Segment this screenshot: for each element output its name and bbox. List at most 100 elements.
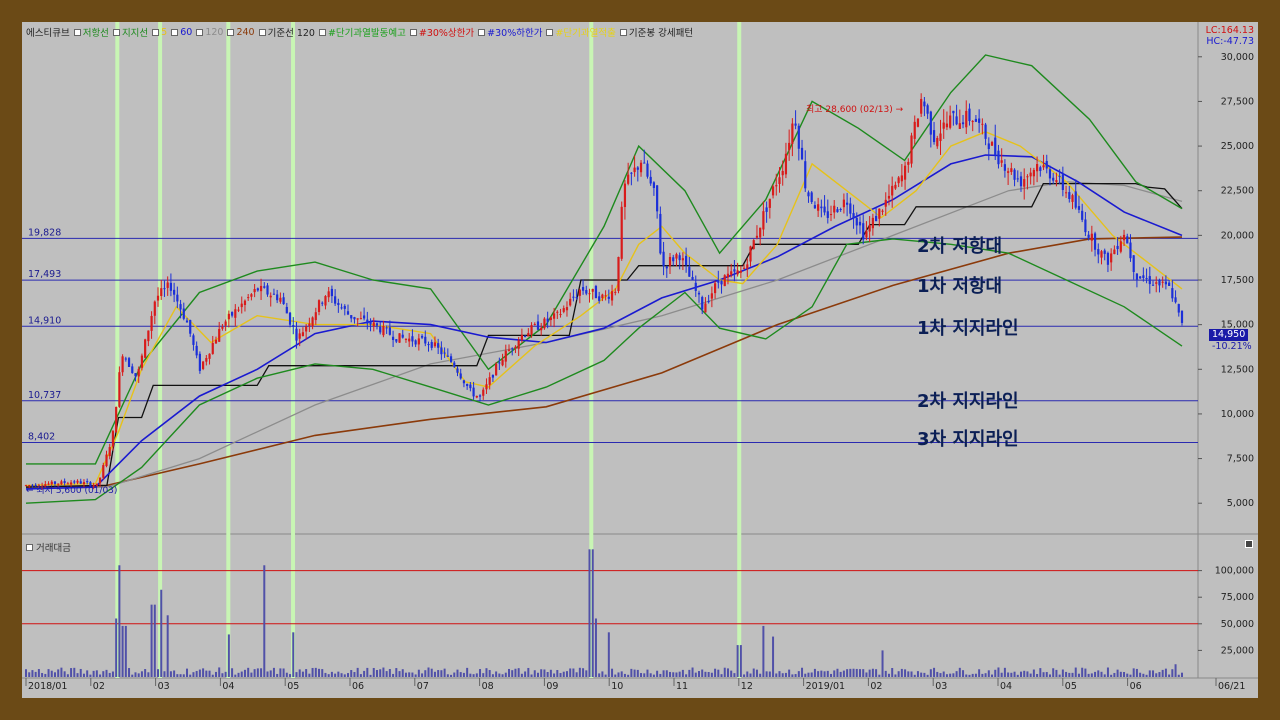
candle-body — [1151, 284, 1155, 286]
candle-body — [907, 161, 910, 165]
volume-bar — [466, 667, 469, 677]
candle-body — [1045, 161, 1048, 169]
price-tick-label: 7,500 — [1227, 454, 1254, 465]
candle-body — [218, 328, 221, 342]
volume-bar — [443, 668, 446, 677]
volume-bar — [105, 669, 108, 677]
candle-body — [607, 296, 610, 299]
legend-checkbox[interactable] — [258, 28, 266, 36]
volume-bar — [723, 667, 726, 677]
legend-checkbox[interactable] — [619, 28, 627, 36]
volume-bar — [404, 672, 407, 677]
legend-checkbox[interactable] — [73, 28, 81, 36]
candle-body — [408, 338, 411, 342]
volume-bar — [833, 670, 836, 677]
legend-checkbox[interactable] — [409, 28, 417, 36]
legend-item[interactable]: 기준선 120 — [258, 25, 315, 39]
legend-item[interactable]: 저항선 — [73, 25, 109, 39]
candle-body — [939, 133, 942, 142]
volume-bar — [701, 669, 704, 677]
volume-bar — [823, 671, 826, 677]
legend-checkbox[interactable] — [196, 28, 204, 36]
overheat-marker-line — [226, 22, 231, 678]
price-tick-label: 30,000 — [1221, 52, 1254, 63]
volume-bar — [1029, 673, 1032, 677]
legend-checkbox[interactable] — [112, 28, 120, 36]
volume-bar — [620, 671, 623, 677]
volume-panel-button[interactable] — [1245, 540, 1253, 548]
candle-body — [549, 317, 552, 321]
legend-item[interactable]: 5 — [152, 27, 167, 38]
candle-body — [353, 317, 356, 320]
volume-bar — [250, 672, 253, 677]
volume-bar — [298, 669, 301, 677]
candle-body — [614, 291, 617, 293]
legend-checkbox[interactable] — [152, 28, 160, 36]
candle-body — [643, 162, 646, 164]
volume-bar — [736, 645, 739, 677]
volume-panel-toggle[interactable] — [26, 543, 33, 551]
date-tick-label: 06/21 — [1218, 681, 1245, 692]
legend-item[interactable]: #30%하한가 — [478, 25, 542, 39]
candle-body — [469, 384, 472, 389]
candle-body — [649, 176, 652, 184]
candle-body — [1180, 310, 1184, 323]
candle-body — [581, 287, 585, 291]
price-tick-label: 22,500 — [1221, 186, 1254, 197]
candle-body — [337, 302, 340, 306]
candle-body — [269, 295, 272, 298]
volume-bar — [60, 667, 63, 677]
volume-bar — [340, 673, 343, 677]
candle-body — [453, 362, 456, 367]
volume-bar — [25, 669, 27, 677]
candle-body — [1145, 278, 1148, 280]
volume-bar — [31, 670, 34, 677]
candle-body — [102, 465, 105, 478]
candle-body — [446, 355, 449, 357]
legend-item[interactable]: #단기과열적출 — [546, 25, 616, 39]
volume-bar — [772, 636, 775, 677]
annotation-support-1: 1차 지지라인 — [917, 318, 1019, 339]
candle-body — [163, 288, 166, 290]
legend-checkbox[interactable] — [227, 28, 235, 36]
volume-bar — [279, 668, 282, 677]
volume-bar — [308, 673, 311, 677]
legend-item[interactable]: 120 — [196, 27, 223, 38]
legend-item[interactable]: 240 — [227, 27, 255, 38]
volume-bar — [495, 671, 498, 677]
candle-body — [243, 300, 247, 306]
legend-item[interactable]: 에스티큐브 — [26, 25, 70, 39]
candle-body — [588, 293, 591, 295]
candle-body — [430, 342, 433, 348]
legend-item[interactable]: #30%상한가 — [409, 25, 474, 39]
candle-body — [1026, 176, 1029, 178]
candle-body — [652, 182, 656, 189]
legend-item[interactable]: 지지선 — [112, 25, 148, 39]
legend-checkbox[interactable] — [171, 28, 179, 36]
legend-label: 60 — [180, 26, 193, 38]
legend-item[interactable]: #단기과열발동예고 — [318, 25, 406, 39]
candle-body — [511, 348, 514, 350]
volume-bar — [379, 669, 382, 677]
volume-bar — [543, 669, 546, 677]
legend-checkbox[interactable] — [546, 28, 554, 36]
candle-body — [385, 327, 388, 329]
candle-body — [913, 121, 916, 139]
volume-bar — [169, 671, 172, 677]
volume-bar — [801, 667, 804, 677]
legend-item[interactable]: 기준봉 강세패턴 — [619, 25, 693, 39]
volume-bar — [858, 669, 861, 677]
volume-bar — [501, 674, 504, 677]
price-tick-label: 17,500 — [1221, 275, 1254, 286]
candle-body — [256, 288, 259, 291]
candle-body — [192, 335, 195, 345]
volume-bar — [1000, 672, 1003, 677]
volume-bar — [1094, 671, 1097, 677]
candle-body — [598, 296, 601, 301]
candle-body — [987, 143, 990, 150]
legend-checkbox[interactable] — [318, 28, 326, 36]
legend-item[interactable]: 60 — [171, 27, 192, 38]
legend-checkbox[interactable] — [478, 28, 486, 36]
volume-bar — [978, 669, 981, 677]
volume-bar — [334, 673, 337, 677]
